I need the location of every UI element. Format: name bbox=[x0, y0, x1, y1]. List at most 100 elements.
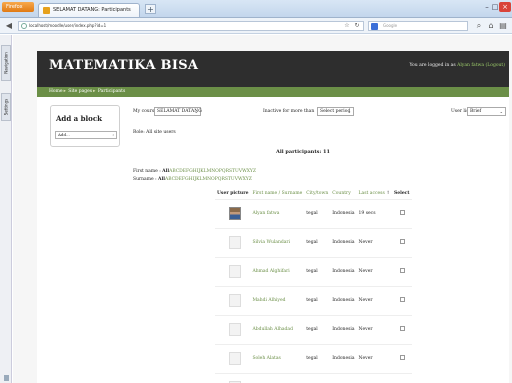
scroll-indicator[interactable] bbox=[4, 375, 9, 381]
maximize-icon[interactable]: □ bbox=[491, 2, 499, 12]
col-name[interactable]: First name / Surname bbox=[250, 189, 304, 199]
breadcrumb-arrow-icon: ▸ bbox=[63, 89, 66, 94]
select-checkbox[interactable] bbox=[400, 355, 405, 360]
add-block-title: Add a block bbox=[56, 114, 102, 123]
table-row: Ahmad Alghifari tegal Indonesia Never bbox=[215, 256, 412, 286]
home-icon[interactable]: ⌂ bbox=[486, 21, 496, 31]
participant-name[interactable]: Ahmad Alghifari bbox=[250, 256, 305, 286]
page: MATEMATIKA BISA You are logged in as Aly… bbox=[13, 35, 512, 383]
participant-name[interactable]: Silvia Wulandari bbox=[250, 227, 305, 257]
breadcrumb: Home▸ Site pages▸ Participants bbox=[37, 87, 509, 97]
participant-name[interactable]: Mahdi Alhiyed bbox=[250, 285, 305, 315]
table-header-row: User picture First name / Surname City/t… bbox=[215, 189, 412, 199]
surname-all-link[interactable]: All bbox=[158, 177, 165, 182]
firefox-menu-button[interactable]: Firefox bbox=[2, 2, 34, 12]
firstname-filter: First name : AllABCDEFGHIJKLMNOPQRSTUVWX… bbox=[133, 169, 257, 174]
select-checkbox[interactable] bbox=[400, 297, 405, 302]
close-icon[interactable]: × bbox=[499, 2, 511, 12]
add-block-select[interactable]: Add... › bbox=[55, 131, 117, 139]
participant-name[interactable]: Abdullah Alhadad bbox=[250, 314, 305, 344]
participant-name[interactable]: Alyan fatwa bbox=[250, 198, 305, 228]
participant-country: Indonesia bbox=[330, 256, 357, 286]
favicon-icon bbox=[43, 7, 50, 14]
url-bar[interactable]: localhost/moodle/user/index.php?id=1 bbox=[18, 21, 364, 31]
participant-last-access: Never bbox=[356, 314, 392, 344]
breadcrumb-participants: Participants bbox=[97, 89, 126, 94]
participant-city: tegal bbox=[304, 227, 331, 257]
search-engine-label: Google bbox=[383, 23, 398, 28]
logout-link[interactable]: (Logout) bbox=[485, 63, 505, 68]
select-checkbox[interactable] bbox=[400, 268, 405, 273]
globe-icon bbox=[21, 23, 27, 29]
tab-title: SELAMAT DATANG: Participants bbox=[53, 7, 131, 13]
reload-icon[interactable]: ↻ bbox=[352, 21, 362, 31]
participant-last-access: Never bbox=[356, 372, 392, 383]
col-city[interactable]: City/town bbox=[304, 189, 330, 199]
col-last-access[interactable]: Last access ↑ bbox=[357, 189, 392, 199]
chevron-down-icon: › bbox=[112, 132, 114, 137]
side-tab-navigation[interactable]: Navigation bbox=[1, 45, 11, 81]
avatar[interactable] bbox=[229, 294, 241, 307]
browser-tab[interactable]: SELAMAT DATANG: Participants bbox=[38, 3, 140, 17]
participant-city: tegal bbox=[304, 285, 331, 315]
avatar[interactable] bbox=[229, 265, 241, 278]
site-header: MATEMATIKA BISA You are logged in as Aly… bbox=[37, 51, 509, 87]
participant-country: Indonesia bbox=[330, 314, 357, 344]
search-icon[interactable]: ⌕ bbox=[474, 21, 484, 31]
participant-country: Indonesia bbox=[330, 372, 357, 383]
participant-country: Indonesia bbox=[330, 227, 357, 257]
breadcrumb-arrow-icon: ▸ bbox=[93, 89, 96, 94]
avatar[interactable] bbox=[229, 323, 241, 336]
participant-name[interactable]: Soleh Alatas bbox=[250, 343, 305, 373]
select-checkbox[interactable] bbox=[400, 239, 405, 244]
inactive-select[interactable]: Select period ⌄ bbox=[317, 107, 354, 116]
select-checkbox[interactable] bbox=[400, 210, 405, 215]
avatar[interactable] bbox=[229, 236, 241, 249]
participant-city: tegal bbox=[304, 314, 331, 344]
bookmark-star-icon[interactable]: ☆ bbox=[343, 21, 351, 31]
table-row: Luti PermatasaritegalIndonesiaNever bbox=[215, 372, 412, 383]
select-checkbox[interactable] bbox=[400, 326, 405, 331]
minimize-icon[interactable]: – bbox=[483, 2, 491, 12]
new-tab-button[interactable]: + bbox=[145, 4, 156, 14]
surname-letters[interactable]: ABCDEFGHIJKLMNOPQRSTUVWXYZ bbox=[165, 177, 252, 182]
arrow-up-icon: ↑ bbox=[386, 191, 390, 197]
participant-name[interactable]: Luti Permatasari bbox=[250, 372, 305, 383]
participant-last-access: Never bbox=[356, 256, 392, 286]
avatar[interactable] bbox=[229, 352, 241, 365]
url-text: localhost/moodle/user/index.php?id=1 bbox=[29, 23, 107, 28]
participant-country: Indonesia bbox=[330, 343, 357, 373]
role-text: Role: All site users bbox=[133, 130, 176, 135]
participant-city: tegal bbox=[304, 198, 331, 228]
table-row: Alyan fatwa tegal Indonesia 19 secs bbox=[215, 198, 412, 228]
participant-city: tegal bbox=[304, 343, 331, 373]
browser-side-tabs: Navigation Settings bbox=[0, 35, 12, 383]
user-list-select[interactable]: Brief ⌄ bbox=[467, 107, 506, 116]
participant-city: tegal bbox=[304, 372, 331, 383]
participant-last-access: 19 secs bbox=[356, 198, 392, 228]
participant-country: Indonesia bbox=[330, 198, 357, 228]
participant-city: tegal bbox=[304, 256, 331, 286]
login-info: You are logged in as Alyan fatwa (Logout… bbox=[409, 63, 505, 68]
firstname-letters[interactable]: ABCDEFGHIJKLMNOPQRSTUVWXYZ bbox=[169, 169, 256, 174]
avatar[interactable] bbox=[229, 207, 241, 220]
user-link[interactable]: Alyan fatwa bbox=[457, 63, 484, 68]
site-title[interactable]: MATEMATIKA BISA bbox=[49, 58, 198, 73]
table-row: Soleh Alatas tegal Indonesia Never bbox=[215, 343, 412, 373]
my-courses-select[interactable]: SELAMAT DATANG ⌄ bbox=[154, 107, 202, 116]
breadcrumb-home[interactable]: Home bbox=[49, 89, 63, 94]
breadcrumb-site-pages[interactable]: Site pages bbox=[68, 89, 92, 94]
table-row: Mahdi Alhiyed tegal Indonesia Never bbox=[215, 285, 412, 315]
participant-last-access: Never bbox=[356, 227, 392, 257]
surname-filter: Surname : AllABCDEFGHIJKLMNOPQRSTUVWXYZ bbox=[133, 177, 252, 182]
back-icon[interactable]: ◀ bbox=[3, 21, 15, 31]
participants-count: All participants: 11 bbox=[276, 149, 330, 155]
bookmarks-icon[interactable]: ▤ bbox=[498, 21, 508, 31]
search-bar[interactable]: Google bbox=[368, 21, 468, 31]
table-row: Silvia Wulandari tegal Indonesia Never bbox=[215, 227, 412, 257]
chevron-down-icon: ⌄ bbox=[499, 109, 503, 114]
browser-titlebar: Firefox SELAMAT DATANG: Participants + –… bbox=[0, 0, 512, 18]
col-country[interactable]: Country bbox=[330, 189, 356, 199]
col-user-picture: User picture bbox=[217, 191, 249, 197]
side-tab-settings[interactable]: Settings bbox=[1, 93, 11, 121]
